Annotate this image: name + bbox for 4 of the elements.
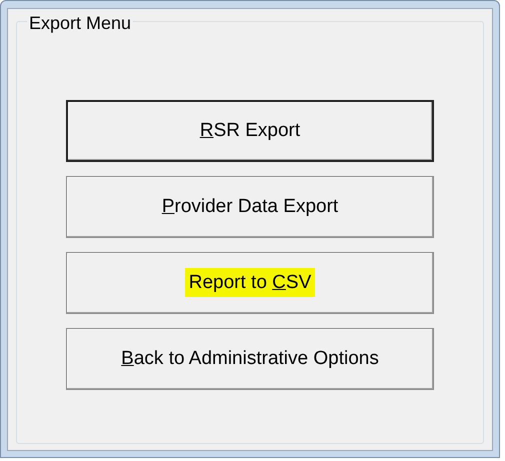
menu-button[interactable]: Provider Data Export <box>66 176 434 238</box>
menu-button[interactable]: Back to Administrative Options <box>66 328 434 390</box>
menu-button[interactable]: Report to CSV <box>66 252 434 314</box>
menu-button[interactable]: RSR Export <box>66 100 434 162</box>
